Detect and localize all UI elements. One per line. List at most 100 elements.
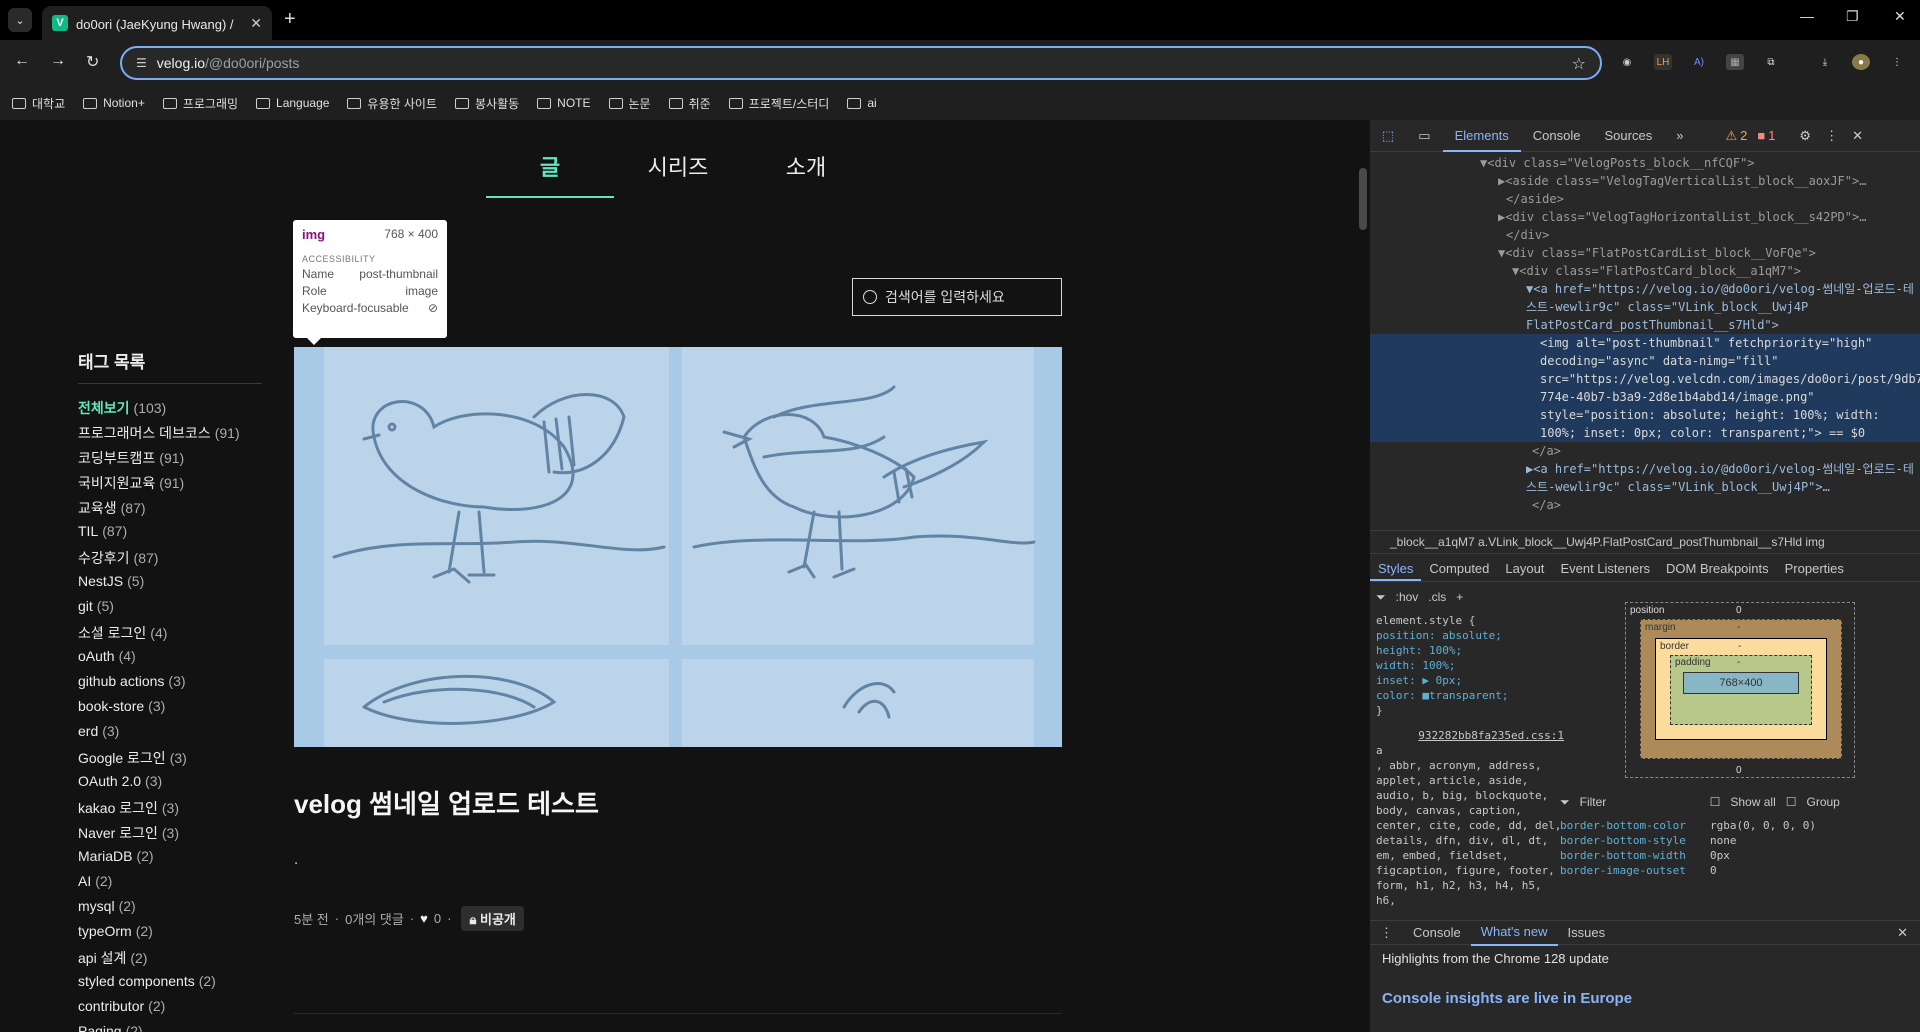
reload-icon[interactable]: ↻: [86, 52, 99, 72]
minimize-icon[interactable]: —: [1800, 8, 1814, 24]
bookmark-folder[interactable]: 프로그래밍: [162, 95, 238, 112]
style-prop[interactable]: height: 100%;: [1376, 643, 1564, 658]
style-prop[interactable]: position: absolute;: [1376, 628, 1564, 643]
computed-row[interactable]: border-bottom-width 0px: [1560, 848, 1920, 863]
post-thumbnail[interactable]: [294, 347, 1062, 747]
tag-item[interactable]: Google 로그인 (3): [78, 748, 262, 773]
tab-console[interactable]: Console: [1521, 120, 1593, 152]
tag-item[interactable]: Naver 로그인 (3): [78, 823, 262, 848]
chrome-menu-icon[interactable]: ⋮: [1888, 54, 1906, 70]
lh-extension-icon[interactable]: LH: [1654, 54, 1672, 70]
browser-tab-active[interactable]: V do0ori (JaeKyung Hwang) / 작 ✕: [42, 6, 272, 40]
error-icon[interactable]: ■: [1757, 128, 1765, 143]
more-tabs-icon[interactable]: »: [1664, 120, 1695, 152]
tab-properties[interactable]: Properties: [1777, 556, 1852, 581]
css-source-link[interactable]: 932282bb8fa235ed.css:1: [1376, 728, 1564, 743]
style-prop[interactable]: inset: ▶ 0px;: [1376, 673, 1564, 688]
dom-node[interactable]: ▼<div class="VelogPosts_block__nfCQF">: [1370, 154, 1920, 172]
window-close-icon[interactable]: ✕: [1894, 8, 1906, 25]
extensions-puzzle-icon[interactable]: ⧉: [1762, 54, 1780, 70]
tag-item[interactable]: Paging (2): [78, 1023, 262, 1032]
inspect-element-icon[interactable]: ⬚: [1370, 120, 1406, 152]
hov-toggle[interactable]: :hov: [1396, 590, 1419, 605]
bookmark-folder[interactable]: Notion+: [83, 96, 145, 110]
tab-event-listeners[interactable]: Event Listeners: [1552, 556, 1658, 581]
filter-icon[interactable]: ⏷: [1376, 590, 1386, 605]
dom-node[interactable]: ▶<a href="https://velog.io/@do0ori/velog…: [1370, 460, 1920, 496]
tab-styles[interactable]: Styles: [1370, 556, 1422, 581]
drawer-tab-whats-new[interactable]: What's new: [1470, 920, 1558, 946]
bookmark-folder[interactable]: 프로젝트/스터디: [728, 95, 829, 112]
bookmark-folder[interactable]: 대학교: [12, 95, 65, 112]
bookmark-folder[interactable]: 봉사활동: [455, 95, 519, 112]
tag-item[interactable]: NestJS (5): [78, 573, 262, 598]
tag-item[interactable]: typeOrm (2): [78, 923, 262, 948]
drawer-close-icon[interactable]: ✕: [1897, 925, 1920, 941]
dom-breadcrumb[interactable]: _block__a1qM7 a.VLink_block__Uwj4P.FlatP…: [1370, 530, 1920, 554]
dom-node[interactable]: ▼<a href="https://velog.io/@do0ori/velog…: [1370, 280, 1920, 334]
post-title[interactable]: velog 썸네일 업로드 테스트: [294, 784, 599, 821]
group-checkbox[interactable]: ☐: [1786, 795, 1797, 809]
dom-node[interactable]: ▼<div class="FlatPostCardList_block__VoF…: [1370, 244, 1920, 262]
dom-node-selected[interactable]: <img alt="post-thumbnail" fetchpriority=…: [1370, 334, 1920, 442]
dom-node[interactable]: ▶<div class="VelogTagHorizontalList_bloc…: [1370, 208, 1920, 226]
computed-row[interactable]: border-image-outset 0: [1560, 863, 1920, 878]
tab-about[interactable]: 소개: [742, 150, 870, 198]
tab-dom-breakpoints[interactable]: DOM Breakpoints: [1658, 556, 1777, 581]
site-info-icon[interactable]: ☰: [136, 56, 147, 70]
tag-item[interactable]: 전체보기 (103): [78, 398, 262, 423]
tag-item[interactable]: contributor (2): [78, 998, 262, 1023]
bookmark-folder[interactable]: Language: [256, 96, 329, 110]
tag-item[interactable]: 소셜 로그인 (4): [78, 623, 262, 648]
close-tab-icon[interactable]: ✕: [250, 15, 262, 32]
box-model-content[interactable]: 768×400: [1683, 672, 1799, 694]
computed-row[interactable]: border-bottom-color rgba(0, 0, 0, 0): [1560, 818, 1920, 833]
tag-item[interactable]: kakao 로그인 (3): [78, 798, 262, 823]
restore-icon[interactable]: ❐: [1846, 8, 1859, 25]
computed-filter-input[interactable]: Filter: [1580, 795, 1700, 809]
devtools-menu-icon[interactable]: ⋮: [1825, 128, 1838, 144]
tag-item[interactable]: 프로그래머스 데브코스 (91): [78, 423, 262, 448]
tag-item[interactable]: OAuth 2.0 (3): [78, 773, 262, 798]
bookmark-star-icon[interactable]: ☆: [1572, 54, 1586, 74]
tab-search-button[interactable]: ⌄: [8, 8, 32, 32]
tag-item[interactable]: git (5): [78, 598, 262, 623]
back-icon[interactable]: ←: [14, 52, 30, 70]
address-bar[interactable]: ☰ velog.io/@do0ori/posts ☆: [120, 46, 1602, 80]
style-prop[interactable]: width: 100%;: [1376, 658, 1564, 673]
dom-node[interactable]: ▼<div class="FlatPostCard_block__a1qM7">: [1370, 262, 1920, 280]
tag-item[interactable]: 코딩부트캠프 (91): [78, 448, 262, 473]
profile-avatar[interactable]: ●: [1852, 54, 1870, 70]
add-rule-icon[interactable]: +: [1456, 590, 1463, 605]
dom-node[interactable]: </a>: [1370, 442, 1920, 460]
dom-node[interactable]: </div>: [1370, 226, 1920, 244]
device-toolbar-icon[interactable]: ▭: [1406, 120, 1442, 152]
read-aloud-extension-icon[interactable]: A): [1690, 54, 1708, 70]
tag-item[interactable]: MariaDB (2): [78, 848, 262, 873]
drawer-menu-icon[interactable]: ⋮: [1370, 921, 1403, 945]
dom-node[interactable]: </a>: [1370, 496, 1920, 514]
tag-item[interactable]: api 설계 (2): [78, 948, 262, 973]
tag-item[interactable]: oAuth (4): [78, 648, 262, 673]
tag-item[interactable]: 국비지원교육 (91): [78, 473, 262, 498]
tag-item[interactable]: 교육생 (87): [78, 498, 262, 523]
box-model-padding[interactable]: padding - 768×400: [1670, 655, 1812, 725]
tab-elements[interactable]: Elements: [1442, 120, 1521, 152]
tag-item[interactable]: github actions (3): [78, 673, 262, 698]
bookmark-folder[interactable]: 유용한 사이트: [347, 95, 437, 112]
box-model-border[interactable]: border - padding - 768×400: [1655, 638, 1827, 740]
tab-posts[interactable]: 글: [486, 150, 614, 198]
whats-new-link[interactable]: Console insights are live in Europe: [1370, 972, 1920, 1007]
warning-icon[interactable]: ⚠: [1725, 128, 1737, 144]
search-input[interactable]: 검색어를 입력하세요: [852, 278, 1062, 316]
bookmark-folder[interactable]: 취준: [668, 95, 711, 112]
tag-item[interactable]: erd (3): [78, 723, 262, 748]
tag-item[interactable]: book-store (3): [78, 698, 262, 723]
forward-icon[interactable]: →: [50, 52, 66, 70]
drawer-tab-issues[interactable]: Issues: [1558, 921, 1616, 945]
tag-item[interactable]: styled components (2): [78, 973, 262, 998]
box-model-margin[interactable]: margin - border - padding - 768×400: [1640, 619, 1842, 759]
tab-computed[interactable]: Computed: [1421, 556, 1497, 581]
bookmark-folder[interactable]: NOTE: [537, 96, 591, 110]
devtools-close-icon[interactable]: ✕: [1852, 128, 1863, 144]
